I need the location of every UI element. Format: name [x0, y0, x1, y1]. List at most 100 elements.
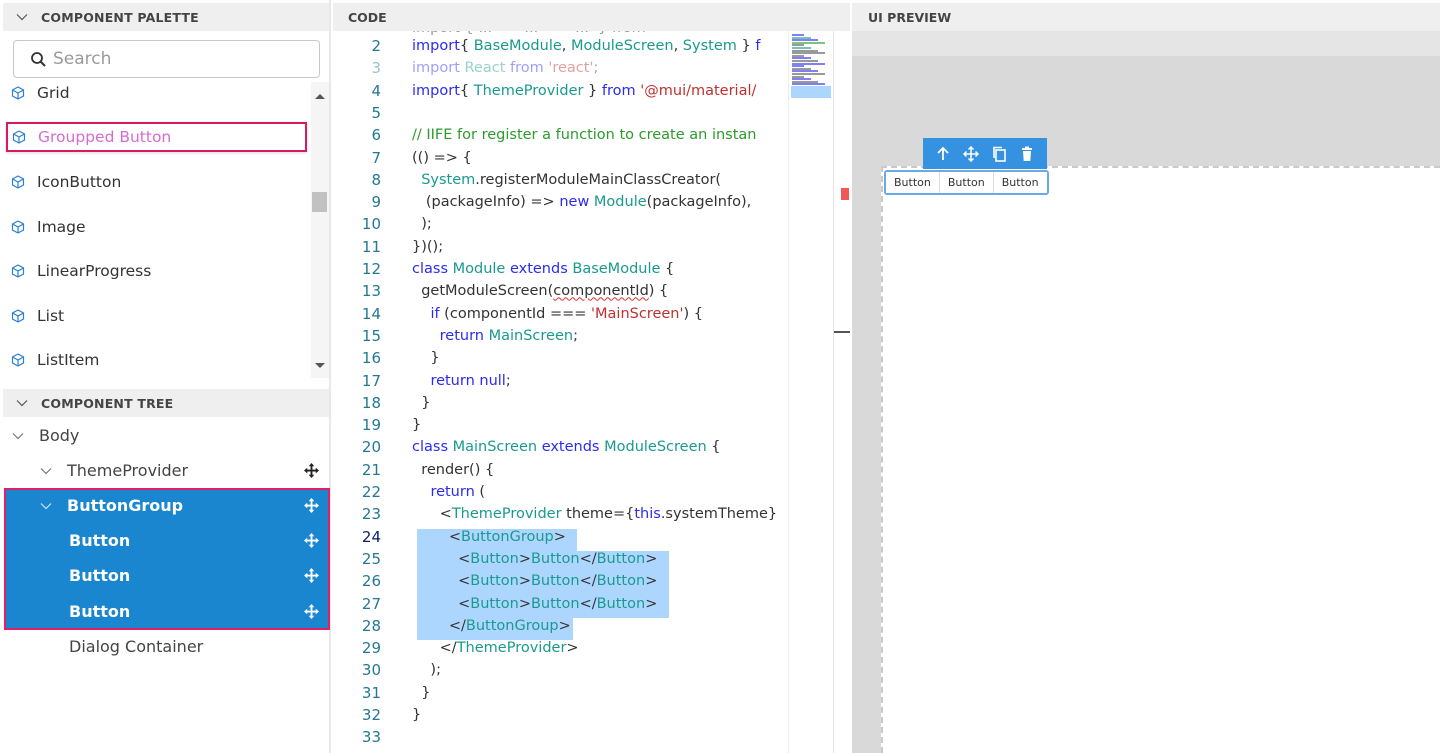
- preview-panel: UI PREVIEW Button Button Button: [852, 0, 1440, 753]
- scroll-down-arrow-icon[interactable]: [315, 363, 325, 368]
- code-line: 33: [333, 726, 780, 748]
- palette-item-label: ListItem: [37, 351, 100, 369]
- code-line: 9 (packageInfo) => new Module(packageInf…: [333, 191, 780, 213]
- preview-page[interactable]: [881, 166, 1440, 753]
- code-header: CODE: [333, 3, 850, 31]
- code-text: return null;: [430, 372, 511, 389]
- code-text: class MainScreen extends ModuleScreen {: [412, 439, 721, 456]
- code-line: 31 }: [333, 682, 780, 704]
- app-root: COMPONENT PALETTE Grid Groupped Button Ico…: [0, 0, 1440, 753]
- tree-item-buttongroup[interactable]: ButtonGroup: [3, 488, 329, 523]
- tree-item-button[interactable]: Button: [3, 523, 329, 558]
- preview-button[interactable]: Button: [939, 172, 994, 193]
- code-editor[interactable]: import { ... ... ... } from 2import{ Bas…: [333, 31, 780, 753]
- line-number: 10: [361, 215, 381, 234]
- palette-item-groupped-button[interactable]: Groupped Button: [6, 122, 307, 152]
- tree-item-label: Button: [69, 566, 131, 585]
- line-number: 3: [371, 59, 381, 78]
- chevron-down-icon[interactable]: [39, 502, 53, 510]
- move-icon[interactable]: [963, 145, 979, 162]
- line-number: 30: [361, 661, 381, 680]
- chevron-down-icon[interactable]: [3, 399, 41, 407]
- search-box[interactable]: [13, 40, 320, 78]
- chevron-down-icon[interactable]: [39, 467, 53, 475]
- chevron-down-icon[interactable]: [11, 432, 25, 440]
- line-number: 27: [361, 594, 381, 613]
- palette-header[interactable]: COMPONENT PALETTE: [3, 3, 329, 31]
- line-number: 25: [361, 549, 381, 568]
- palette-item-image[interactable]: Image: [11, 212, 86, 242]
- code-text: import{ ThemeProvider } from '@mui/mater…: [412, 82, 757, 99]
- code-line: 11})();: [333, 236, 780, 258]
- code-scrollbar[interactable]: [833, 31, 850, 753]
- code-line: 29 </ThemeProvider>: [333, 637, 780, 659]
- cube-icon: [11, 175, 25, 189]
- code-line: 26 <Button>Button</Button>: [333, 570, 780, 592]
- tree-item-label: Button: [69, 531, 131, 550]
- line-number: 6: [371, 126, 381, 145]
- palette-item-list[interactable]: List: [11, 301, 64, 331]
- preview-button-group: Button Button Button: [884, 170, 1049, 195]
- code-text: </ButtonGroup>: [412, 617, 571, 634]
- drag-handle-icon[interactable]: [304, 568, 319, 583]
- preview-toolbar-bar: [852, 31, 1440, 56]
- code-line: 24 <ButtonGroup>: [333, 526, 780, 548]
- tree-item-label: ButtonGroup: [67, 496, 184, 515]
- delete-icon[interactable]: [1019, 146, 1035, 162]
- tree-item-themeprovider[interactable]: ThemeProvider: [3, 453, 329, 488]
- code-text: }: [412, 350, 440, 367]
- tree-item-dialog-container[interactable]: Dialog Container: [3, 629, 329, 664]
- code-text: (() => {: [412, 149, 472, 166]
- line-number: 15: [361, 326, 381, 345]
- palette-item-listitem[interactable]: ListItem: [11, 345, 99, 375]
- code-text: );: [412, 216, 432, 233]
- drag-handle-icon[interactable]: [304, 604, 319, 619]
- search-input[interactable]: [53, 49, 293, 69]
- search-icon: [31, 51, 46, 67]
- line-number: 28: [361, 616, 381, 635]
- code-text: }: [412, 417, 422, 434]
- code-text: import{ BaseModule, ModuleScreen, System…: [412, 38, 761, 54]
- copy-icon[interactable]: [991, 146, 1007, 162]
- drag-handle-icon[interactable]: [304, 498, 319, 513]
- tree-item-button[interactable]: Button: [3, 558, 329, 593]
- drag-handle-icon[interactable]: [304, 533, 319, 548]
- scroll-up-arrow-icon[interactable]: [315, 94, 325, 99]
- code-text: return (: [430, 484, 486, 500]
- line-number: 24: [361, 527, 381, 546]
- tree-header[interactable]: COMPONENT TREE: [3, 389, 329, 417]
- code-line: 7 (() => {: [333, 147, 780, 169]
- arrow-up-icon[interactable]: [935, 146, 951, 162]
- code-line: 3 import React from 'react';: [333, 57, 780, 79]
- preview-button[interactable]: Button: [993, 172, 1047, 193]
- line-number: 26: [361, 572, 381, 591]
- code-text: <Button>Button</Button>: [412, 595, 658, 612]
- code-text: System.registerModuleMainClassCreator(: [421, 171, 722, 188]
- tree-item-button[interactable]: Button: [3, 594, 329, 629]
- component-toolbar: [923, 138, 1047, 169]
- scroll-thumb[interactable]: [312, 192, 327, 212]
- tree-item-body[interactable]: Body: [3, 418, 329, 453]
- cursor-marker: [834, 331, 850, 333]
- palette-item-label: Groupped Button: [38, 128, 172, 146]
- palette-item-iconbutton[interactable]: IconButton: [11, 167, 121, 197]
- code-line: 6 // IIFE for register a function to crea…: [333, 124, 780, 146]
- error-marker: [841, 188, 849, 200]
- palette-scrollbar[interactable]: [311, 82, 329, 378]
- code-minimap[interactable]: [788, 31, 833, 753]
- line-number: 5: [371, 103, 381, 122]
- code-text: render() {: [412, 461, 495, 478]
- palette-item-grid[interactable]: Grid: [11, 82, 70, 108]
- palette-item-label: LinearProgress: [37, 262, 152, 280]
- code-text: <Button>Button</Button>: [412, 573, 658, 590]
- code-text: if (componentId === 'MainScreen') {: [430, 305, 703, 322]
- code-line: 4 import{ ThemeProvider } from '@mui/mate…: [333, 80, 780, 102]
- drag-handle-icon[interactable]: [304, 463, 319, 478]
- code-text: getModuleScreen(componentId) {: [412, 283, 669, 300]
- palette-item-linearprogress[interactable]: LinearProgress: [11, 256, 151, 286]
- preview-button[interactable]: Button: [886, 172, 940, 193]
- palette-list: Grid Groupped Button IconButton Image Linear…: [3, 82, 310, 382]
- cube-icon: [11, 264, 25, 278]
- line-number: 13: [361, 282, 381, 301]
- chevron-down-icon[interactable]: [3, 13, 41, 21]
